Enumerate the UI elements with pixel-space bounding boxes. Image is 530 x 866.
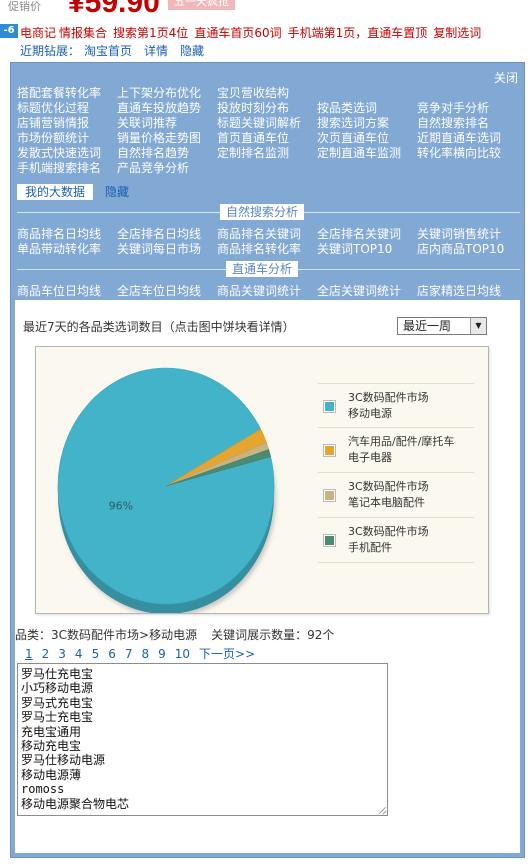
promo-badge: 五一天疯抢 (168, 0, 235, 10)
page-link[interactable]: 2 (42, 647, 50, 661)
feature-link[interactable]: 手机端搜索排名 (17, 159, 101, 176)
legend-label-line: 手机配件 (348, 541, 392, 554)
period-select[interactable]: 最近一周 ▼ (397, 317, 487, 335)
page-link[interactable]: 6 (108, 647, 116, 661)
quick-link-details[interactable]: 详情 (144, 44, 168, 58)
through-train-link[interactable]: 商品车位日均线 (17, 282, 101, 299)
legend-label-line: 移动电源 (348, 407, 392, 420)
legend-label-line: 3C数码配件市场 (348, 480, 429, 493)
tab-hide-link[interactable]: 隐藏 (105, 184, 129, 200)
keyword-item: 移动充电宝 (21, 739, 82, 754)
legend-swatch (323, 489, 336, 502)
quick-bar-label: 近期钻展： (20, 44, 81, 58)
close-button[interactable]: 关闭 (494, 69, 518, 86)
keyword-item: 移动电源薄 (21, 767, 82, 782)
natural-search-link[interactable]: 店内商品TOP10 (417, 240, 504, 257)
keyword-textarea[interactable]: 罗马仕充电宝 小巧移动电源 罗马式充电宝 罗马士充电宝 充电宝通用 移动充电宝 罗马仕移动电… (17, 663, 388, 816)
legend-label-line: 汽车用品/配件/摩托车 (348, 435, 455, 448)
legend-item[interactable]: 汽车用品/配件/摩托车 电子电器 (318, 428, 474, 473)
page-link[interactable]: 9 (158, 647, 166, 661)
legend-item[interactable]: 3C数码配件市场 笔记本电脑配件 (318, 473, 474, 518)
natural-search-link[interactable]: 商品排名转化率 (217, 240, 301, 257)
page-link[interactable]: 1 (25, 647, 33, 661)
period-select-value: 最近一周 (403, 319, 452, 333)
legend-label: 汽车用品/配件/摩托车 电子电器 (348, 434, 472, 466)
keyword-item: 罗马仕充电宝 (21, 667, 94, 681)
natural-search-link[interactable]: 关键词TOP10 (317, 240, 392, 257)
legend-label-line: 电子电器 (348, 451, 392, 464)
page-link[interactable]: 10 (175, 647, 190, 661)
legend-swatch (323, 444, 336, 457)
legend-swatch (323, 400, 336, 413)
chevron-down-icon[interactable]: ▼ (470, 318, 486, 334)
through-train-link[interactable]: 全店车位日均线 (117, 282, 201, 299)
plugin-link-search-rank[interactable]: 搜索第1页4位 (113, 26, 188, 40)
keyword-item: 罗马仕移动电源 (21, 753, 106, 768)
price-label: 促销价 (8, 0, 41, 13)
tab-row: 我的大数据 隐藏 (17, 184, 522, 200)
natural-search-link[interactable]: 关键词每日市场 (117, 240, 201, 257)
through-train-link[interactable]: 全店关键词统计 (317, 282, 401, 299)
plugin-links: 电商记 情报集合 搜索第1页4位 直通车首页60词 手机端第1页，直通车置顶 复制选词 (20, 24, 487, 41)
chart-caption: 最近7天的各品类选词数目（点击图中饼块看详情） (23, 320, 295, 334)
legend-label: 3C数码配件市场 笔记本电脑配件 (348, 479, 472, 511)
quick-link-taobao-home[interactable]: 淘宝首页 (84, 44, 132, 58)
product-price: ¥59.90 (68, 0, 160, 19)
pie-slices (57, 367, 275, 605)
keyword-item: 罗马士充电宝 (21, 710, 94, 725)
page-link[interactable]: 8 (141, 647, 149, 661)
keyword-item: 罗马式充电宝 (21, 695, 94, 710)
legend-swatch (323, 534, 336, 547)
legend-item[interactable]: 3C数码配件市场 手机配件 (318, 518, 474, 563)
legend-label: 3C数码配件市场 手机配件 (348, 524, 472, 556)
plugin-toolbar: -6 电商记 情报集合 搜索第1页4位 直通车首页60词 手机端第1页，直通车置顶 复制选… (0, 22, 530, 40)
through-train-link[interactable]: 店家精选日均线 (417, 282, 501, 299)
chart-legend: 3C数码配件市场 移动电源 汽车用品/配件/摩托车 电子电器 3C数码配件市场 笔记本电脑… (318, 383, 474, 563)
pagination: 1 2 3 4 5 6 7 8 9 10 下一页>> (25, 645, 264, 662)
keyword-item: 充电宝通用 (21, 724, 82, 739)
quick-link-hide[interactable]: 隐藏 (180, 44, 204, 58)
legend-label: 3C数码配件市场 移动电源 (348, 390, 472, 422)
product-price-strip: 促销价 ¥59.90 五一天疯抢 (0, 0, 530, 20)
legend-label-line: 3C数码配件市场 (348, 391, 429, 404)
natural-search-link[interactable]: 单品带动转化率 (17, 240, 101, 257)
through-train-link[interactable]: 商品关键词统计 (217, 282, 301, 299)
natural-search-header: 自然搜索分析 (17, 204, 520, 220)
plugin-link-copy-keywords[interactable]: 复制选词 (433, 26, 481, 40)
natural-search-title: 自然搜索分析 (220, 204, 305, 220)
next-page-link[interactable]: 下一页>> (199, 647, 255, 661)
legend-item[interactable]: 3C数码配件市场 移动电源 (318, 383, 474, 428)
plugin-link-through-train[interactable]: 直通车首页60词 (194, 26, 281, 40)
plugin-logo-icon[interactable]: -6 (0, 24, 18, 38)
content-area: 最近7天的各品类选词数目（点击图中饼块看详情） 最近一周 ▼ 96% 3C数码配… (15, 300, 520, 853)
feature-link[interactable]: 转化率横向比较 (417, 144, 501, 161)
through-train-header: 直通车分析 (17, 261, 520, 277)
pie-chart-frame: 96% 3C数码配件市场 移动电源 汽车用品/配件/摩托车 电子电器 3C数码配件市场笔… (35, 346, 489, 614)
analysis-panel: 关闭 搭配套餐转化率 上下架分布优化 宝贝营收结构 标题优化过程 直通车投放趋势 投放时刻… (10, 62, 525, 858)
page-link[interactable]: 7 (125, 647, 133, 661)
keyword-count: 关键词展示数量：92个 (211, 628, 335, 642)
feature-link[interactable]: 定制排名监测 (217, 144, 289, 161)
pie-chart[interactable]: 96% (36, 347, 306, 613)
resize-grip-icon[interactable] (378, 806, 386, 814)
tab-my-big-data[interactable]: 我的大数据 (17, 184, 94, 200)
feature-link[interactable]: 定制直通车监测 (317, 144, 401, 161)
through-train-title: 直通车分析 (226, 261, 299, 277)
category-path: 品类：3C数码配件市场>移动电源 (15, 628, 198, 642)
legend-label-line: 3C数码配件市场 (348, 525, 429, 538)
keyword-item: 小巧移动电源 (21, 681, 94, 696)
page-link[interactable]: 4 (75, 647, 83, 661)
keyword-item: 移动电源聚合物电芯 (21, 796, 130, 811)
plugin-link-dianshangji[interactable]: 电商记 (20, 26, 56, 40)
keyword-item: romoss (21, 782, 65, 797)
feature-link[interactable]: 产品竞争分析 (117, 159, 189, 176)
plugin-link-mobile-rank[interactable]: 手机端第1页，直通车置顶 (288, 26, 428, 40)
page-link[interactable]: 3 (58, 647, 66, 661)
legend-label-line: 笔记本电脑配件 (348, 496, 425, 509)
quick-bar: 近期钻展： 淘宝首页 详情 隐藏 (20, 42, 216, 59)
page-link[interactable]: 5 (92, 647, 100, 661)
plugin-link-intel[interactable]: 情报集合 (59, 26, 107, 40)
category-info: 品类：3C数码配件市场>移动电源 关键词展示数量：92个 (15, 626, 334, 643)
pie-slice-label: 96% (109, 500, 133, 513)
